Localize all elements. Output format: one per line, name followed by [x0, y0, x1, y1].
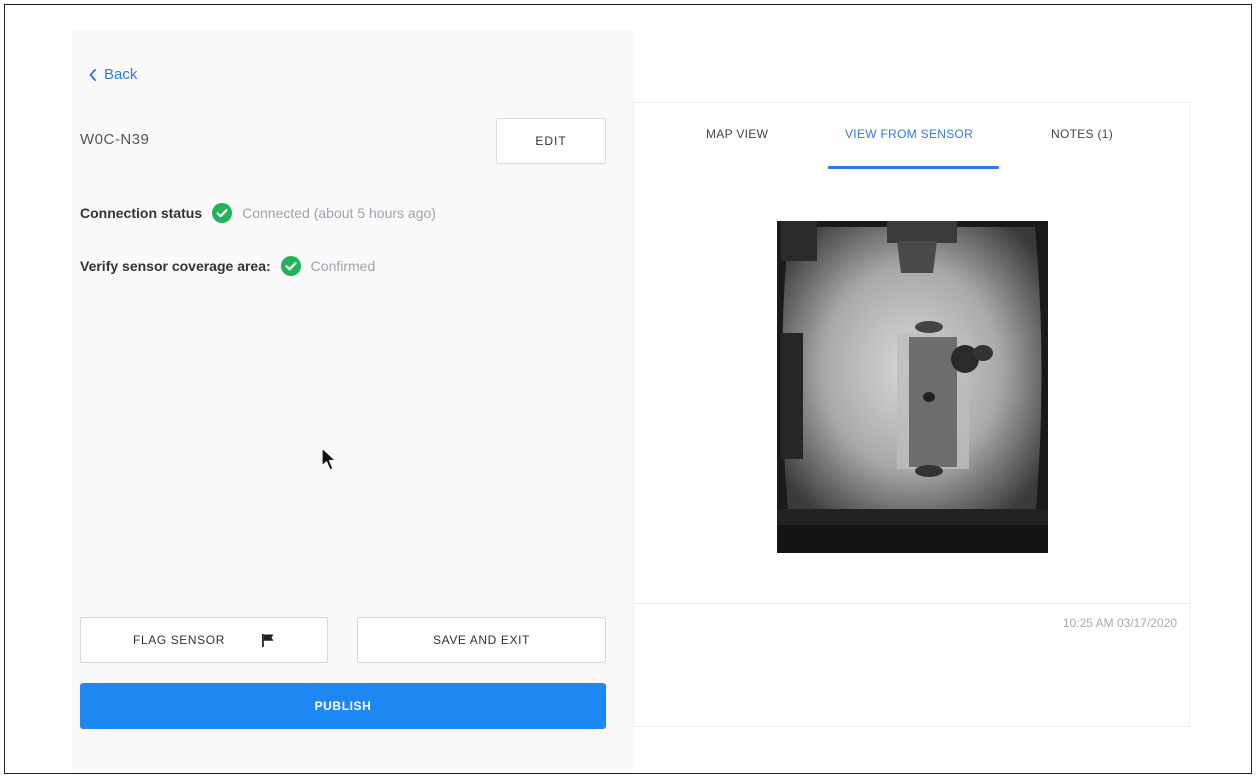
edit-button[interactable]: EDIT: [496, 118, 606, 164]
coverage-status-row: Verify sensor coverage area: Confirmed: [80, 256, 375, 276]
connection-status-label: Connection status: [80, 205, 203, 221]
flag-sensor-button[interactable]: FLAG SENSOR: [80, 617, 328, 663]
sensor-camera-image: [777, 221, 1048, 553]
coverage-status-value: Confirmed: [310, 258, 376, 274]
capture-timestamp: 10:25 AM 03/17/2020: [1062, 616, 1177, 630]
save-and-exit-button[interactable]: SAVE AND EXIT: [357, 617, 606, 663]
coverage-status-label: Verify sensor coverage area:: [80, 258, 271, 274]
tab-map-view[interactable]: MAP VIEW: [706, 127, 768, 141]
chevron-left-icon: [89, 68, 96, 81]
flag-icon: [261, 634, 274, 647]
panel-divider: [634, 603, 1189, 604]
connection-status-value: Connected (about 5 hours ago): [242, 205, 436, 221]
active-tab-indicator: [828, 166, 999, 169]
flag-sensor-label: FLAG SENSOR: [133, 633, 225, 647]
panel-tabs: MAP VIEW VIEW FROM SENSOR NOTES (1): [634, 103, 1189, 171]
check-circle-icon: [280, 256, 301, 276]
check-circle-icon: [212, 203, 233, 223]
back-label: Back: [104, 66, 138, 83]
tab-notes[interactable]: NOTES (1): [1051, 127, 1113, 141]
mouse-pointer-icon: [321, 447, 337, 471]
connection-status-row: Connection status Connected (about 5 hou…: [80, 203, 436, 223]
sensor-id: W0C-N39: [80, 131, 150, 148]
tab-view-from-sensor[interactable]: VIEW FROM SENSOR: [845, 127, 973, 141]
sensor-panel: MAP VIEW VIEW FROM SENSOR NOTES (1) 10:2…: [633, 102, 1190, 727]
back-link[interactable]: Back: [88, 66, 137, 83]
publish-button[interactable]: PUBLISH: [80, 683, 606, 729]
